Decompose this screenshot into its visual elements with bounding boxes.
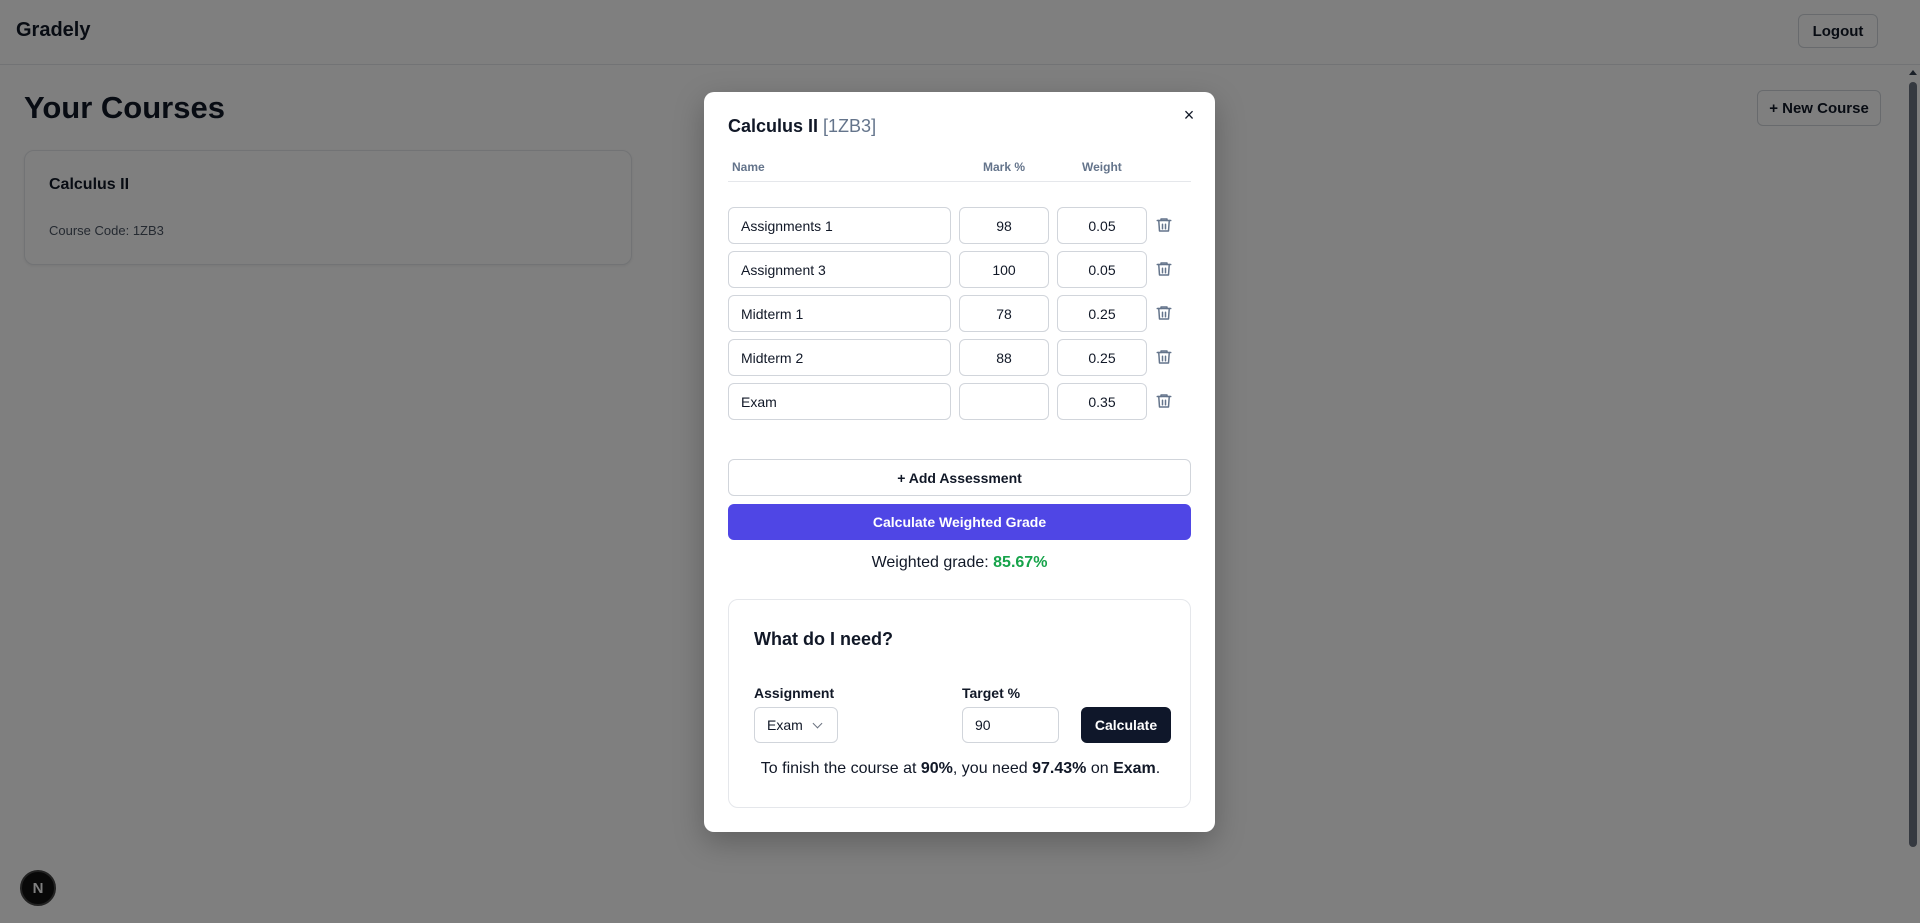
assessment-name-input[interactable]: Exam — [728, 383, 951, 420]
result-assignment: Exam — [1113, 760, 1156, 777]
assignment-select-value: Exam — [767, 717, 803, 733]
weighted-grade-value: 85.67% — [993, 554, 1048, 571]
what-do-i-need-card: What do I need? Assignment Target % Exam… — [728, 599, 1191, 808]
assessment-weight-input[interactable]: 0.35 — [1057, 383, 1147, 420]
modal-course-code: [1ZB3] — [823, 116, 877, 136]
target-label: Target % — [962, 685, 1021, 701]
assessment-row: Midterm 1 78 0.25 — [728, 295, 1191, 332]
result-target: 90% — [920, 760, 953, 777]
course-modal: × Calculus II [1ZB3] Name Mark % Weight … — [704, 92, 1215, 832]
header-divider — [728, 181, 1191, 182]
assignment-label: Assignment — [754, 685, 835, 701]
add-assessment-button[interactable]: + Add Assessment — [728, 459, 1191, 496]
chevron-down-icon — [812, 718, 823, 729]
assessment-weight-input[interactable]: 0.05 — [1057, 207, 1147, 244]
column-header-weight: Weight — [1082, 160, 1122, 174]
column-header-name: Name — [732, 160, 765, 174]
result-on: on — [1090, 760, 1109, 777]
trash-icon[interactable] — [1155, 392, 1173, 410]
modal-title: Calculus II [1ZB3] — [728, 116, 876, 137]
assessment-name-input[interactable]: Midterm 1 — [728, 295, 951, 332]
trash-icon[interactable] — [1155, 304, 1173, 322]
assessment-row: Midterm 2 88 0.25 — [728, 339, 1191, 376]
weighted-grade-label: Weighted grade: — [871, 554, 989, 571]
weighted-grade-text: Weighted grade: 85.67% — [728, 554, 1191, 572]
assessment-weight-input[interactable]: 0.05 — [1057, 251, 1147, 288]
assessment-name-input[interactable]: Midterm 2 — [728, 339, 951, 376]
need-card-title: What do I need? — [754, 629, 893, 649]
needed-result-text: To finish the course at 90%, you need 97… — [729, 760, 1192, 778]
assignment-select[interactable]: Exam — [754, 707, 838, 743]
calculate-button[interactable]: Calculate — [1081, 707, 1171, 743]
assessment-weight-input[interactable]: 0.25 — [1057, 295, 1147, 332]
result-end: . — [1155, 760, 1161, 777]
assessment-mark-input[interactable] — [959, 383, 1049, 420]
column-header-mark: Mark % — [983, 160, 1026, 174]
assessment-mark-input[interactable]: 88 — [959, 339, 1049, 376]
trash-icon[interactable] — [1155, 216, 1173, 234]
result-mid: , you need — [952, 760, 1028, 777]
assessment-row: Assignments 1 98 0.05 — [728, 207, 1191, 244]
modal-course-name: Calculus II — [728, 116, 819, 136]
trash-icon[interactable] — [1155, 348, 1173, 366]
calculate-weighted-grade-button[interactable]: Calculate Weighted Grade — [728, 504, 1191, 540]
assessment-mark-input[interactable]: 98 — [959, 207, 1049, 244]
target-percent-input[interactable]: 90 — [962, 707, 1059, 743]
result-needed: 97.43% — [1032, 760, 1087, 777]
close-icon[interactable]: × — [1178, 104, 1200, 126]
assessment-row: Assignment 3 100 0.05 — [728, 251, 1191, 288]
trash-icon[interactable] — [1155, 260, 1173, 278]
result-prefix: To finish the course at — [760, 760, 917, 777]
assessment-row: Exam 0.35 — [728, 383, 1191, 420]
assessment-name-input[interactable]: Assignments 1 — [728, 207, 951, 244]
assessment-weight-input[interactable]: 0.25 — [1057, 339, 1147, 376]
assessment-mark-input[interactable]: 100 — [959, 251, 1049, 288]
assessment-name-input[interactable]: Assignment 3 — [728, 251, 951, 288]
assessment-mark-input[interactable]: 78 — [959, 295, 1049, 332]
